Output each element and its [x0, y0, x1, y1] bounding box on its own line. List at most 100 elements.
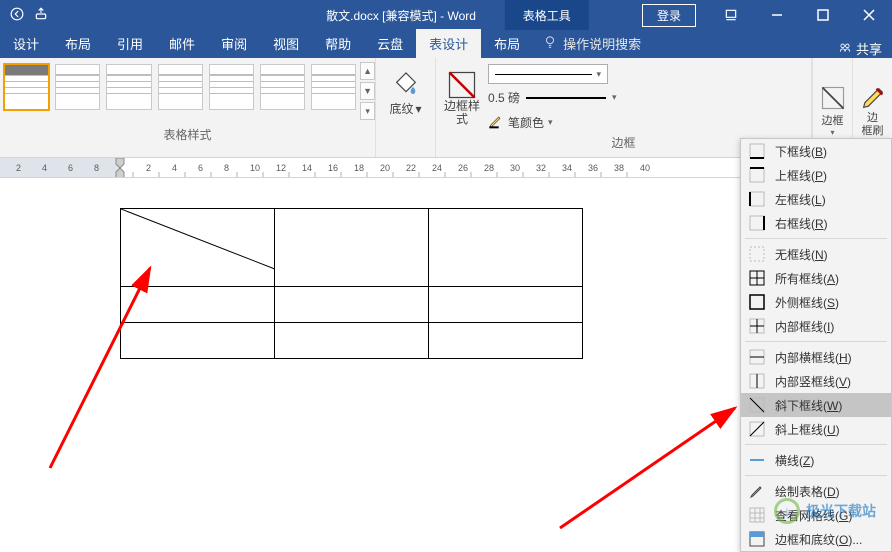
- nav-back-icon[interactable]: [10, 7, 24, 24]
- page: [0, 178, 740, 540]
- group-label-styles: 表格样式: [0, 124, 375, 147]
- table-style-thumb[interactable]: [106, 64, 151, 110]
- menu-diagonal-up[interactable]: 斜上框线(U): [741, 417, 891, 441]
- pen-icon: [488, 113, 504, 132]
- maximize-icon[interactable]: [800, 0, 846, 30]
- table-styles-gallery[interactable]: [0, 58, 360, 124]
- top-border-icon: [749, 167, 765, 183]
- chevron-down-icon[interactable]: ▾: [548, 117, 553, 128]
- gallery-more-icon[interactable]: ▾: [360, 102, 375, 120]
- tab-help[interactable]: 帮助: [312, 29, 364, 58]
- inside-h-border-icon: [749, 349, 765, 365]
- svg-text:8: 8: [224, 163, 229, 173]
- svg-text:32: 32: [536, 163, 546, 173]
- tab-mailings[interactable]: 邮件: [156, 29, 208, 58]
- menu-view-gridlines[interactable]: 查看网格线(G): [741, 503, 891, 527]
- svg-text:14: 14: [302, 163, 312, 173]
- gridlines-icon: [749, 507, 765, 523]
- svg-text:6: 6: [198, 163, 203, 173]
- share-button[interactable]: 共享: [838, 39, 882, 58]
- tab-view[interactable]: 视图: [260, 29, 312, 58]
- menu-inside-borders[interactable]: 内部框线(I): [741, 314, 891, 338]
- svg-text:2: 2: [146, 163, 151, 173]
- svg-text:34: 34: [562, 163, 572, 173]
- line-weight-preview: [526, 97, 606, 99]
- menu-diagonal-down[interactable]: 斜下框线(W): [741, 393, 891, 417]
- menu-inside-vertical[interactable]: 内部竖框线(V): [741, 369, 891, 393]
- word-table[interactable]: [120, 208, 583, 359]
- border-style-icon: [447, 70, 477, 100]
- svg-text:24: 24: [432, 163, 442, 173]
- lightbulb-icon: [543, 35, 557, 52]
- outside-border-icon: [749, 294, 765, 310]
- border-style-button[interactable]: 边框样 式: [444, 70, 480, 126]
- touch-mode-icon[interactable]: [34, 7, 48, 24]
- tab-table-layout[interactable]: 布局: [481, 29, 533, 58]
- menu-bottom-border[interactable]: 下框线(B): [741, 139, 891, 163]
- tab-design[interactable]: 设计: [0, 29, 52, 58]
- menu-all-borders[interactable]: 所有框线(A): [741, 266, 891, 290]
- svg-text:38: 38: [614, 163, 624, 173]
- table-style-thumb[interactable]: [4, 64, 49, 110]
- document-title: 散文.docx [兼容模式] - Word: [326, 7, 476, 24]
- tell-me-label: 操作说明搜索: [563, 34, 641, 53]
- svg-text:8: 8: [94, 163, 99, 173]
- svg-text:26: 26: [458, 163, 468, 173]
- share-label: 共享: [856, 39, 882, 58]
- menu-left-border[interactable]: 左框线(L): [741, 187, 891, 211]
- svg-text:28: 28: [484, 163, 494, 173]
- draw-table-icon: [749, 483, 765, 499]
- menu-no-border[interactable]: 无框线(N): [741, 242, 891, 266]
- borders-button-label: 边框: [822, 112, 844, 128]
- share-icon: [838, 40, 852, 57]
- border-painter-icon: [859, 84, 887, 112]
- shading-icon[interactable]: [392, 66, 420, 94]
- login-button[interactable]: 登录: [642, 4, 696, 27]
- chevron-down-icon: ▾: [415, 102, 421, 116]
- table-style-thumb[interactable]: [158, 64, 203, 110]
- menu-borders-dialog[interactable]: 边框和底纹(O)...: [741, 527, 891, 551]
- svg-text:4: 4: [172, 163, 177, 173]
- tab-cloud[interactable]: 云盘: [364, 29, 416, 58]
- contextual-tab-label: 表格工具: [505, 0, 589, 30]
- table-style-thumb[interactable]: [311, 64, 356, 110]
- all-borders-icon: [749, 270, 765, 286]
- tell-me[interactable]: 操作说明搜索: [533, 29, 651, 58]
- svg-text:16: 16: [328, 163, 338, 173]
- menu-right-border[interactable]: 右框线(R): [741, 211, 891, 235]
- no-border-icon: [749, 246, 765, 262]
- menu-draw-table[interactable]: 绘制表格(D): [741, 479, 891, 503]
- line-weight-label: 0.5 磅: [488, 89, 520, 106]
- chevron-down-icon: ▾: [596, 69, 601, 80]
- svg-text:18: 18: [354, 163, 364, 173]
- tab-references[interactable]: 引用: [104, 29, 156, 58]
- svg-text:22: 22: [406, 163, 416, 173]
- borders-dropdown-menu: 下框线(B) 上框线(P) 左框线(L) 右框线(R) 无框线(N) 所有框线(…: [740, 138, 892, 552]
- titlebar: 散文.docx [兼容模式] - Word 表格工具 登录: [0, 0, 892, 30]
- bottom-border-icon: [749, 143, 765, 159]
- shading-label[interactable]: 底纹▾: [389, 100, 421, 117]
- table-style-thumb[interactable]: [260, 64, 305, 110]
- table-style-thumb[interactable]: [209, 64, 254, 110]
- ribbon-options-icon[interactable]: [708, 0, 754, 30]
- minimize-icon[interactable]: [754, 0, 800, 30]
- pen-color-label[interactable]: 笔颜色: [508, 114, 544, 131]
- svg-text:2: 2: [16, 163, 21, 173]
- gallery-down-icon[interactable]: ▼: [360, 82, 375, 100]
- tab-layout[interactable]: 布局: [52, 29, 104, 58]
- close-icon[interactable]: [846, 0, 892, 30]
- inside-border-icon: [749, 318, 765, 334]
- menu-inside-horizontal[interactable]: 内部横框线(H): [741, 345, 891, 369]
- gallery-up-icon[interactable]: ▲: [360, 62, 375, 80]
- gallery-scroll: ▲ ▼ ▾: [360, 58, 375, 124]
- menu-top-border[interactable]: 上框线(P): [741, 163, 891, 187]
- svg-text:10: 10: [250, 163, 260, 173]
- table-style-thumb[interactable]: [55, 64, 100, 110]
- menu-outside-borders[interactable]: 外侧框线(S): [741, 290, 891, 314]
- menu-horizontal-line[interactable]: 横线(Z): [741, 448, 891, 472]
- tab-table-design[interactable]: 表设计: [416, 29, 481, 58]
- chevron-down-icon[interactable]: ▾: [612, 92, 617, 103]
- line-style-dropdown[interactable]: ▾: [488, 64, 608, 84]
- inside-v-border-icon: [749, 373, 765, 389]
- tab-review[interactable]: 审阅: [208, 29, 260, 58]
